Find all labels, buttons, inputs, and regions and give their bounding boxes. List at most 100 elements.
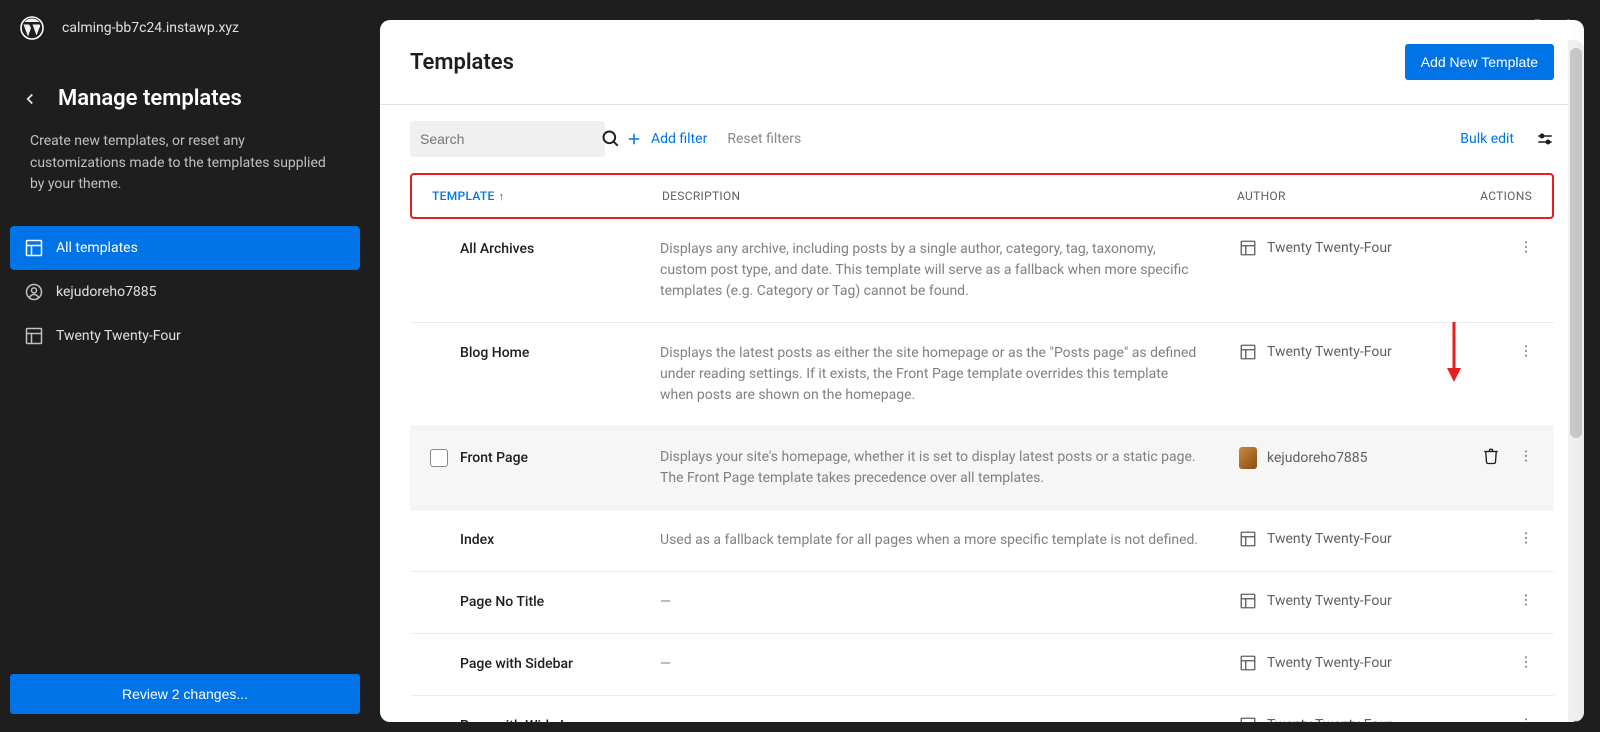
col-header-template[interactable]: TEMPLATE ↑ <box>432 189 662 203</box>
search-field-wrap[interactable] <box>410 121 605 157</box>
template-name[interactable]: Index <box>460 532 494 548</box>
theme-layout-icon <box>1239 716 1257 722</box>
cell-description: Displays your site's homepage, whether i… <box>660 447 1239 489</box>
template-name[interactable]: Blog Home <box>460 345 529 361</box>
cell-actions <box>1444 239 1534 255</box>
layout-icon <box>24 326 44 346</box>
template-name[interactable]: All Archives <box>460 241 534 257</box>
more-actions-icon[interactable] <box>1518 530 1534 546</box>
scrollbar[interactable]: ▾ <box>1568 40 1584 722</box>
more-actions-icon[interactable] <box>1518 448 1534 464</box>
scrollbar-thumb[interactable] <box>1570 48 1582 438</box>
cell-actions <box>1444 530 1534 546</box>
table-header-row: TEMPLATE ↑ DESCRIPTION AUTHOR ACTIONS <box>410 173 1554 219</box>
cell-author: Twenty Twenty-Four <box>1239 530 1444 548</box>
table-row[interactable]: Page with Wide Image — Twenty Twenty-Four <box>410 696 1554 722</box>
template-name[interactable]: Front Page <box>460 450 528 466</box>
col-header-actions: ACTIONS <box>1442 189 1532 203</box>
nav-all-templates[interactable]: All templates <box>10 226 360 270</box>
cell-description: Displays the latest posts as either the … <box>660 343 1239 406</box>
table-row[interactable]: Index Used as a fallback template for all… <box>410 510 1554 572</box>
cell-template: Page No Title <box>430 592 660 610</box>
cell-author: Twenty Twenty-Four <box>1239 343 1444 361</box>
layout-icon <box>24 238 44 258</box>
bulk-edit-button[interactable]: Bulk edit <box>1460 131 1514 147</box>
author-name: Twenty Twenty-Four <box>1267 531 1392 547</box>
cell-author: kejudoreho7885 <box>1239 447 1444 469</box>
back-chevron-icon[interactable] <box>20 89 40 109</box>
cell-author: Twenty Twenty-Four <box>1239 239 1444 257</box>
cell-actions <box>1444 592 1534 608</box>
author-name: Twenty Twenty-Four <box>1267 717 1392 722</box>
cell-actions <box>1444 654 1534 670</box>
cell-author: Twenty Twenty-Four <box>1239 716 1444 722</box>
author-name: Twenty Twenty-Four <box>1267 655 1392 671</box>
search-input[interactable] <box>420 131 601 147</box>
template-name[interactable]: Page with Wide Image <box>460 718 599 722</box>
col-header-description[interactable]: DESCRIPTION <box>662 189 1237 203</box>
author-name: Twenty Twenty-Four <box>1267 344 1392 360</box>
cell-description: — <box>660 716 1239 722</box>
sidebar-title: Manage templates <box>58 86 242 111</box>
page-title: Templates <box>410 50 514 75</box>
wordpress-logo-icon[interactable] <box>20 16 44 40</box>
cell-description: — <box>660 654 1239 675</box>
sidebar: Manage templates Create new templates, o… <box>0 56 370 732</box>
table-row[interactable]: Blog Home Displays the latest posts as ei… <box>410 323 1554 427</box>
cell-actions <box>1444 716 1534 722</box>
template-name[interactable]: Page No Title <box>460 594 544 610</box>
table-row[interactable]: Front Page Displays your site's homepage,… <box>410 427 1554 510</box>
nav-label: kejudoreho7885 <box>56 284 157 300</box>
row-checkbox[interactable] <box>430 449 448 467</box>
col-header-author[interactable]: AUTHOR <box>1237 189 1442 203</box>
sort-ascending-icon: ↑ <box>499 190 505 203</box>
view-options-icon[interactable] <box>1536 130 1554 148</box>
sidebar-description: Create new templates, or reset any custo… <box>20 131 350 196</box>
cell-template: Front Page <box>430 447 660 467</box>
more-actions-icon[interactable] <box>1518 239 1534 255</box>
site-name[interactable]: calming-bb7c24.instawp.xyz <box>62 20 239 36</box>
cell-actions <box>1444 447 1534 465</box>
cell-template: Page with Wide Image <box>430 716 660 722</box>
table-row[interactable]: Page No Title —Twenty Twenty-Four <box>410 572 1554 634</box>
cell-author: Twenty Twenty-Four <box>1239 654 1444 672</box>
more-actions-icon[interactable] <box>1518 654 1534 670</box>
more-actions-icon[interactable] <box>1518 343 1534 359</box>
cell-description: — <box>660 592 1239 613</box>
theme-layout-icon <box>1239 343 1257 361</box>
nav-theme[interactable]: Twenty Twenty-Four <box>10 314 360 358</box>
scrollbar-arrow-down-icon[interactable]: ▾ <box>1568 718 1584 722</box>
theme-layout-icon <box>1239 239 1257 257</box>
table-row[interactable]: All Archives Displays any archive, includ… <box>410 219 1554 323</box>
cell-description: Used as a fallback template for all page… <box>660 530 1239 551</box>
nav-label: All templates <box>56 240 138 256</box>
author-name: Twenty Twenty-Four <box>1267 240 1392 256</box>
nav-user[interactable]: kejudoreho7885 <box>10 270 360 314</box>
delete-icon[interactable] <box>1482 447 1500 465</box>
more-actions-icon[interactable] <box>1518 592 1534 608</box>
theme-layout-icon <box>1239 530 1257 548</box>
templates-table: TEMPLATE ↑ DESCRIPTION AUTHOR ACTIONS Al… <box>380 173 1584 722</box>
theme-layout-icon <box>1239 654 1257 672</box>
cell-description: Displays any archive, including posts by… <box>660 239 1239 302</box>
cell-author: Twenty Twenty-Four <box>1239 592 1444 610</box>
toolbar: Add filter Reset filters Bulk edit <box>380 105 1584 173</box>
review-changes-button[interactable]: Review 2 changes... <box>10 674 360 714</box>
nav-label: Twenty Twenty-Four <box>56 328 181 344</box>
add-filter-button[interactable]: Add filter <box>625 130 707 148</box>
author-name: kejudoreho7885 <box>1267 450 1368 466</box>
theme-layout-icon <box>1239 592 1257 610</box>
more-actions-icon[interactable] <box>1518 716 1534 722</box>
cell-template: Blog Home <box>430 343 660 361</box>
sidebar-nav: All templates kejudoreho7885 Twenty Twen… <box>20 226 350 358</box>
user-icon <box>24 282 44 302</box>
table-row[interactable]: Page with Sidebar — Twenty Twenty-Four <box>410 634 1554 696</box>
cell-template: Index <box>430 530 660 548</box>
reset-filters-button[interactable]: Reset filters <box>727 131 801 147</box>
search-icon[interactable] <box>601 129 621 149</box>
cell-template: Page with Sidebar <box>430 654 660 672</box>
main-panel: Templates Add New Template Add filter Re… <box>380 20 1584 722</box>
cell-actions <box>1444 343 1534 359</box>
add-new-template-button[interactable]: Add New Template <box>1405 44 1554 80</box>
template-name[interactable]: Page with Sidebar <box>460 656 573 672</box>
